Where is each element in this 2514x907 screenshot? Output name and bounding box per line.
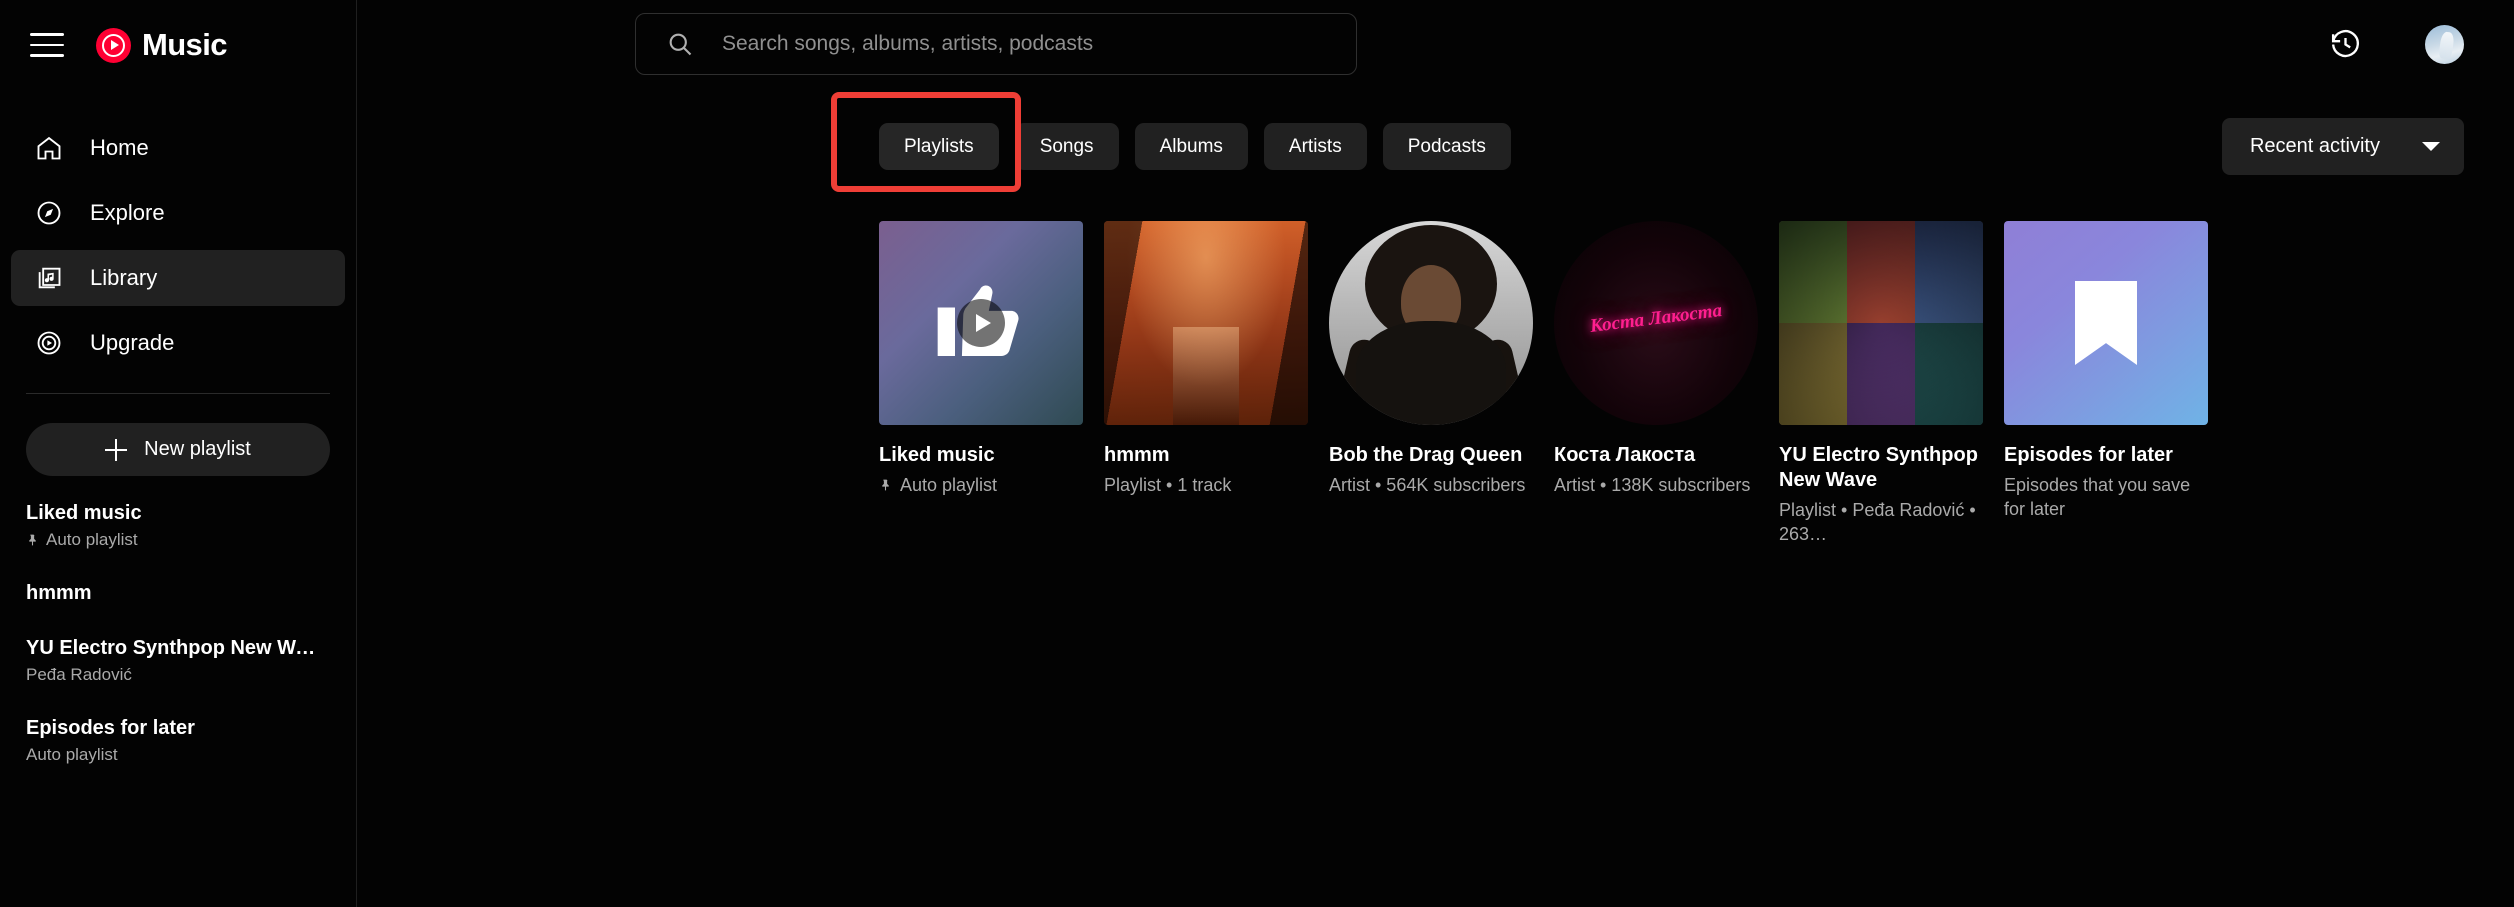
hamburger-menu-icon[interactable] <box>30 26 68 64</box>
pin-icon <box>26 532 39 548</box>
card-subtitle-row: Artist • 138K subscribers <box>1554 474 1758 497</box>
collage-tile <box>1915 221 1983 323</box>
card-kosta-lakosta[interactable]: Коста Лакоста Коста Лакоста Artist • 138… <box>1554 221 1758 546</box>
library-icon <box>34 263 64 293</box>
sidebar: Music Home Explore Library Upgrade New p… <box>0 0 357 907</box>
filter-chips-row: Playlists Songs Albums Artists Podcasts … <box>357 92 2514 192</box>
compass-icon <box>34 198 64 228</box>
card-title: Liked music <box>879 444 995 466</box>
card-subtitle-row: Auto playlist <box>879 474 1083 497</box>
avatar[interactable] <box>2425 24 2464 64</box>
chip-songs[interactable]: Songs <box>1014 123 1119 170</box>
sidebar-item-home-label: Home <box>90 135 149 160</box>
playlist-title: YU Electro Synthpop New Wa… <box>26 637 326 659</box>
kosta-lakosta-avatar[interactable]: Коста Лакоста <box>1554 221 1758 425</box>
sidebar-nav: Home Explore Library Upgrade <box>0 120 356 371</box>
sidebar-divider <box>26 393 330 394</box>
history-icon[interactable] <box>2329 28 2362 61</box>
sidebar-item-explore[interactable]: Explore <box>11 185 345 241</box>
yu-electro-synthpop-thumbnail[interactable] <box>1779 221 1983 425</box>
card-liked-music[interactable]: Liked music Auto playlist <box>879 221 1083 546</box>
pin-icon <box>879 477 892 493</box>
card-subtitle-row: Artist • 564K subscribers <box>1329 474 1533 497</box>
card-subtitle: Artist • 564K subscribers <box>1329 475 1526 496</box>
playlist-subtitle: Auto playlist <box>26 745 118 764</box>
card-subtitle: Artist • 138K subscribers <box>1554 475 1751 496</box>
new-playlist-button[interactable]: New playlist <box>26 423 330 476</box>
sidebar-playlist-list: Liked music Auto playlist hmmm YU Electr… <box>0 502 356 765</box>
chip-albums[interactable]: Albums <box>1134 123 1248 170</box>
bob-the-drag-queen-avatar[interactable] <box>1329 221 1533 425</box>
playlist-subtitle-row: Peđa Radović <box>26 665 330 685</box>
neon-artist-name-art: Коста Лакоста <box>1588 299 1724 337</box>
collage-tile <box>1779 221 1847 323</box>
sort-dropdown-label: Recent activity <box>2249 135 2380 157</box>
card-subtitle: Auto playlist <box>900 475 998 496</box>
top-bar <box>357 0 2514 88</box>
body-shape <box>1356 321 1506 425</box>
card-subtitle: Episodes that you save for later <box>2004 475 2191 519</box>
card-subtitle: Playlist • Peđa Radović • 263… <box>1779 500 1976 544</box>
hmmm-playlist-thumbnail[interactable] <box>1104 221 1308 425</box>
chevron-down-icon <box>2422 142 2440 151</box>
main-content: Playlists Songs Albums Artists Podcasts … <box>357 0 2514 907</box>
playlist-subtitle-row: Auto playlist <box>26 530 330 550</box>
collage-tile <box>1779 323 1847 425</box>
chip-podcasts[interactable]: Podcasts <box>1382 123 1511 170</box>
episodes-for-later-thumbnail[interactable] <box>2004 221 2208 425</box>
list-item[interactable]: Liked music Auto playlist <box>26 502 330 550</box>
collage-tile <box>1915 323 1983 425</box>
liked-music-thumbnail[interactable] <box>879 221 1083 425</box>
list-item[interactable]: YU Electro Synthpop New Wa… Peđa Radović <box>26 637 330 685</box>
sidebar-item-upgrade[interactable]: Upgrade <box>11 315 345 371</box>
playlist-subtitle: Auto playlist <box>46 530 138 549</box>
sidebar-item-explore-label: Explore <box>90 200 165 225</box>
plus-icon <box>105 438 128 461</box>
home-icon <box>34 133 64 163</box>
card-episodes-for-later[interactable]: Episodes for later Episodes that you sav… <box>2004 221 2208 546</box>
card-subtitle: Playlist • 1 track <box>1104 475 1232 496</box>
upgrade-icon <box>34 328 64 358</box>
card-subtitle-row: Episodes that you save for later <box>2004 474 2208 521</box>
card-title: Bob the Drag Queen <box>1329 444 1523 466</box>
card-hmmm[interactable]: hmmm Playlist • 1 track <box>1104 221 1308 546</box>
play-button[interactable] <box>957 299 1005 347</box>
logo-text: Music <box>142 27 227 62</box>
collage-tile <box>1847 221 1915 323</box>
chip-artists[interactable]: Artists <box>1263 123 1367 170</box>
search-input[interactable] <box>722 32 1322 56</box>
list-item[interactable]: Episodes for later Auto playlist <box>26 717 330 765</box>
card-title: hmmm <box>1104 444 1170 466</box>
card-title: YU Electro Synthpop New Wave <box>1779 444 1978 492</box>
library-card-grid: Liked music Auto playlist hmmm Playlist … <box>357 221 2514 546</box>
search-box[interactable] <box>635 13 1357 75</box>
playlist-subtitle-row: Auto playlist <box>26 745 330 765</box>
card-yu-electro-synthpop[interactable]: YU Electro Synthpop New Wave Playlist • … <box>1779 221 1983 546</box>
play-circle-icon <box>96 27 131 63</box>
playlist-title: Liked music <box>26 502 142 524</box>
playlist-title: hmmm <box>26 582 92 604</box>
card-title: Episodes for later <box>2004 444 2173 466</box>
chip-playlists[interactable]: Playlists <box>879 123 999 170</box>
sidebar-item-home[interactable]: Home <box>11 120 345 176</box>
playlist-title: Episodes for later <box>26 717 195 739</box>
list-item[interactable]: hmmm <box>26 582 330 605</box>
card-title: Коста Лакоста <box>1554 444 1696 466</box>
sidebar-item-library[interactable]: Library <box>11 250 345 306</box>
bookmark-icon <box>2075 281 2137 365</box>
collage-tile <box>1847 323 1915 425</box>
search-icon <box>666 30 694 58</box>
card-subtitle-row: Playlist • Peđa Radović • 263… <box>1779 499 1983 546</box>
card-subtitle-row: Playlist • 1 track <box>1104 474 1308 497</box>
sidebar-item-upgrade-label: Upgrade <box>90 330 175 355</box>
sidebar-brand-row: Music <box>0 0 356 90</box>
card-bob-the-drag-queen[interactable]: Bob the Drag Queen Artist • 564K subscri… <box>1329 221 1533 546</box>
sidebar-item-library-label: Library <box>90 265 158 290</box>
youtube-music-logo[interactable]: Music <box>96 27 227 63</box>
sort-dropdown[interactable]: Recent activity <box>2221 118 2464 175</box>
playlist-subtitle: Peđa Radović <box>26 665 132 684</box>
new-playlist-label: New playlist <box>144 438 251 460</box>
